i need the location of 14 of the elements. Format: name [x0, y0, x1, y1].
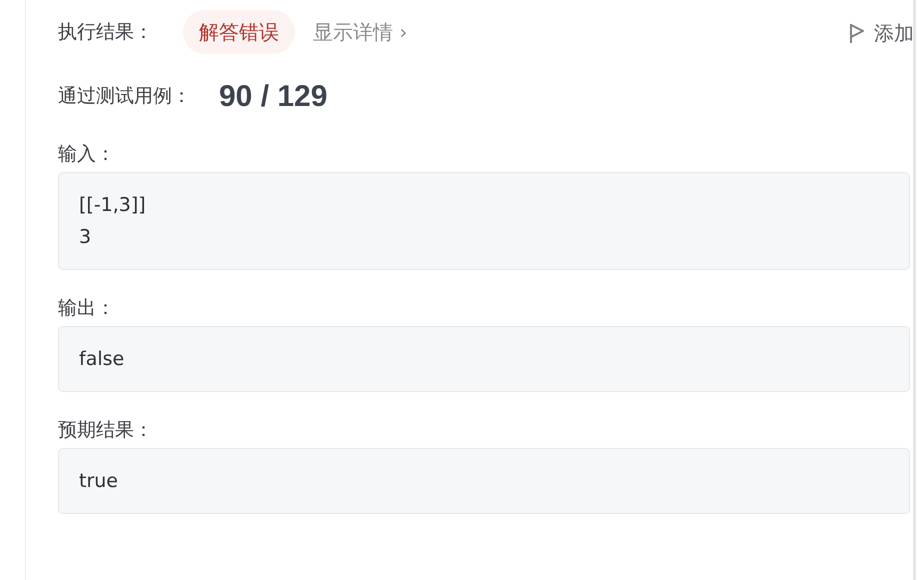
flag-icon: [849, 22, 865, 44]
add-button[interactable]: 添加: [849, 18, 918, 48]
section-title: 输入：: [58, 142, 115, 167]
passed-label: 通过测试用例：: [58, 84, 191, 109]
section-title: 输出：: [58, 296, 115, 321]
passed-count: 90 / 129: [219, 78, 328, 114]
value-line: false: [79, 348, 124, 370]
value-line: [[-1,3]]: [79, 194, 146, 216]
value-line: 3: [79, 226, 92, 248]
details-link[interactable]: 显示详情 ›: [313, 17, 408, 47]
result-label: 执行结果：: [58, 20, 153, 45]
status-badge: 解答错误: [183, 10, 295, 54]
section-title: 预期结果：: [58, 418, 153, 443]
value-line: true: [79, 470, 118, 492]
